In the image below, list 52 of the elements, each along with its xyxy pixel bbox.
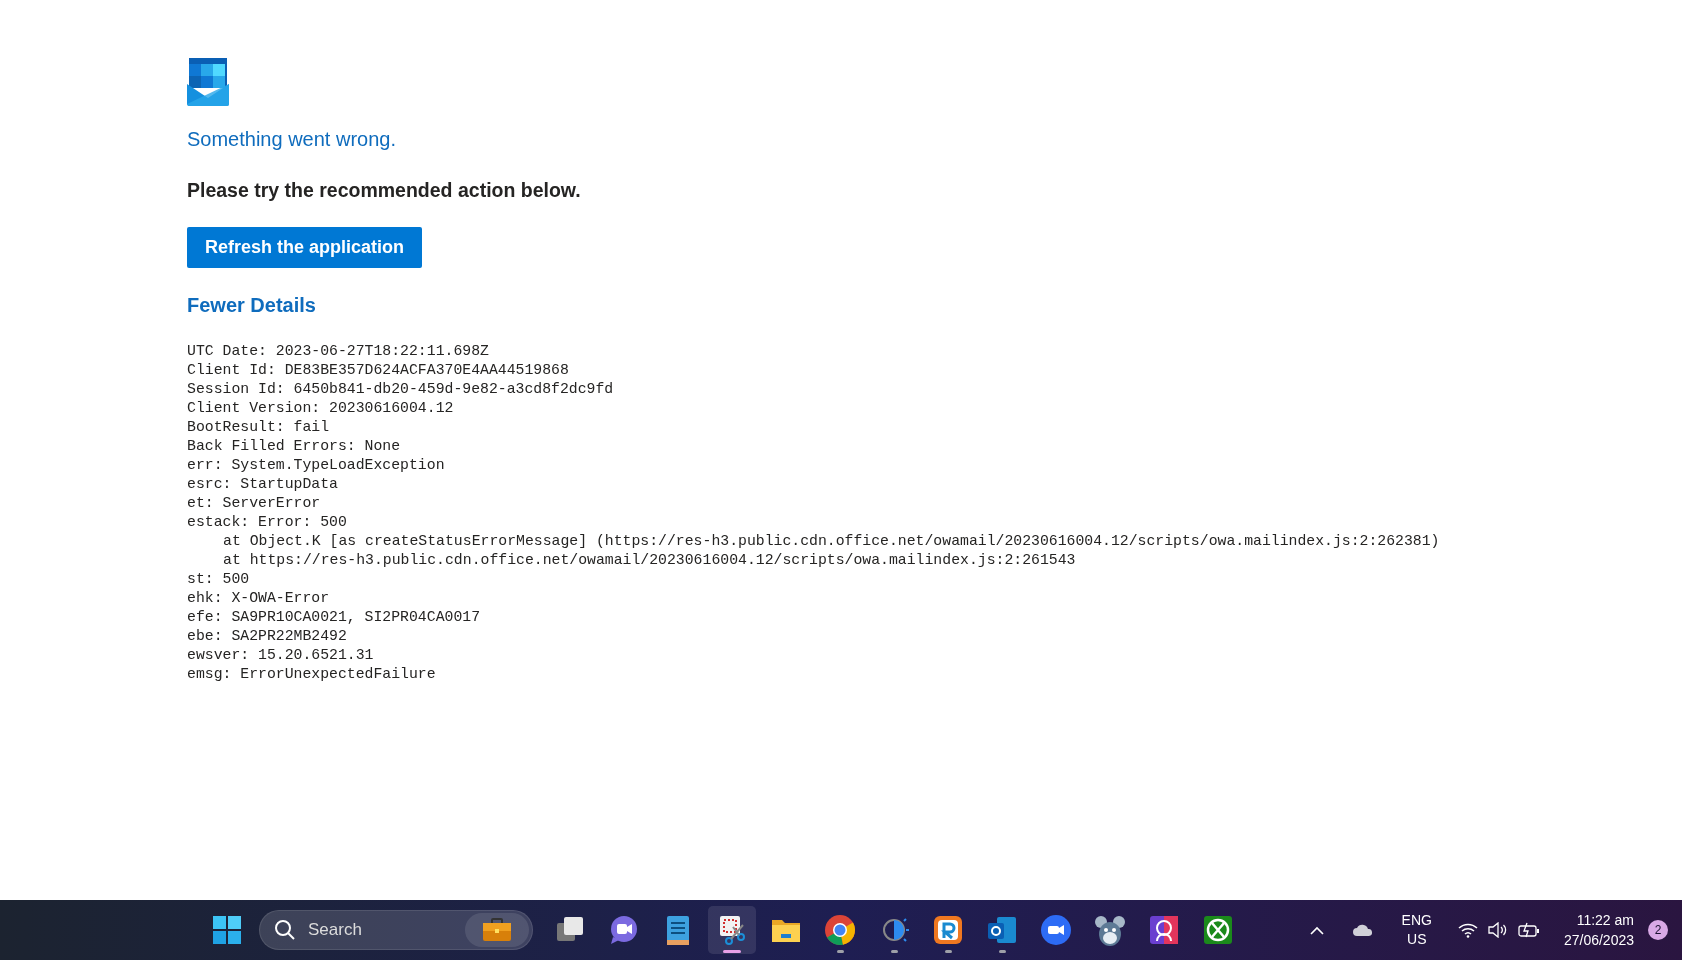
detail-line: ewsver: 15.20.6521.31	[187, 646, 375, 666]
detail-line: Client Version: 20230616004.12	[187, 399, 455, 419]
mouse-mascot-icon	[1093, 913, 1127, 947]
search-placeholder: Search	[308, 919, 362, 942]
video-app-icon	[1039, 913, 1073, 947]
chevron-up-icon[interactable]	[1309, 925, 1324, 935]
detail-line: efe: SA9PR10CA0021, SI2PR04CA0017	[187, 608, 482, 628]
cloud-icon[interactable]	[1351, 923, 1374, 937]
portrait-app-icon	[1147, 913, 1181, 947]
language-text: ENG	[1401, 911, 1432, 930]
detail-line: ehk: X-OWA-Error	[187, 589, 331, 609]
detail-line: estack: Error: 500	[187, 513, 348, 533]
detail-line: st: 500	[187, 570, 251, 590]
detail-line: at Object.K [as createStatusErrorMessage] (https://res-h3.public.cdn.office.net/owamail/20230616004.12/scripts/owa.mailindex.js:2:262381)	[222, 532, 1440, 552]
notification-badge[interactable]: 2	[1648, 920, 1668, 940]
running-indicator	[944, 950, 952, 953]
running-indicator	[998, 950, 1006, 953]
detail-line: et: ServerError	[187, 494, 322, 514]
briefcase-icon	[482, 918, 512, 942]
detail-line: Client Id: DE83BE357D624ACFA370E4AA44519868	[187, 361, 570, 381]
instruction-text: Please try the recommended action below.	[187, 178, 581, 203]
running-indicator	[723, 950, 741, 953]
battery-icon[interactable]	[1517, 922, 1540, 938]
detail-line: ebe: SA2PR22MB2492	[187, 627, 348, 647]
wifi-icon[interactable]	[1457, 922, 1478, 938]
mail-logo	[187, 58, 229, 106]
region-text: US	[1407, 930, 1427, 949]
detail-line: UTC Date: 2023-06-27T18:22:11.698Z	[187, 342, 490, 362]
search-field[interactable]: Search	[259, 910, 533, 950]
error-title: Something went wrong.	[187, 127, 396, 152]
time-text: 11:22 am	[1576, 911, 1634, 930]
search-icon	[274, 919, 296, 941]
detail-line: BootResult: fail	[187, 418, 331, 438]
taskbar-app[interactable]	[708, 906, 756, 954]
language-indicator[interactable]: ENG US	[1401, 911, 1432, 949]
detail-line: esrc: StartupData	[187, 475, 339, 495]
clock[interactable]: 11:22 am 27/06/2023	[1563, 910, 1634, 950]
r-app-icon	[931, 913, 965, 947]
running-indicator	[836, 950, 844, 953]
date-text: 27/06/2023	[1563, 931, 1634, 950]
detail-line: emsg: ErrorUnexpectedFailure	[187, 665, 437, 685]
detail-line: err: System.TypeLoadException	[187, 456, 446, 476]
detail-line: Back Filled Errors: None	[187, 437, 402, 457]
running-indicator	[890, 950, 898, 953]
windows-logo-icon	[210, 913, 244, 947]
refresh-button[interactable]: Refresh the application	[187, 227, 422, 269]
xbox-icon	[1201, 913, 1235, 947]
detail-line: Session Id: 6450b841-db20-459d-9e82-a3cd8f2dc9fd	[187, 380, 615, 400]
detail-line: at https://res-h3.public.cdn.office.net/owamail/20230616004.12/scripts/owa.mailindex.js:2:261543	[222, 551, 1077, 571]
details-link[interactable]: Fewer Details	[187, 290, 316, 321]
chrome-icon	[823, 913, 857, 947]
volume-icon[interactable]	[1487, 922, 1508, 938]
